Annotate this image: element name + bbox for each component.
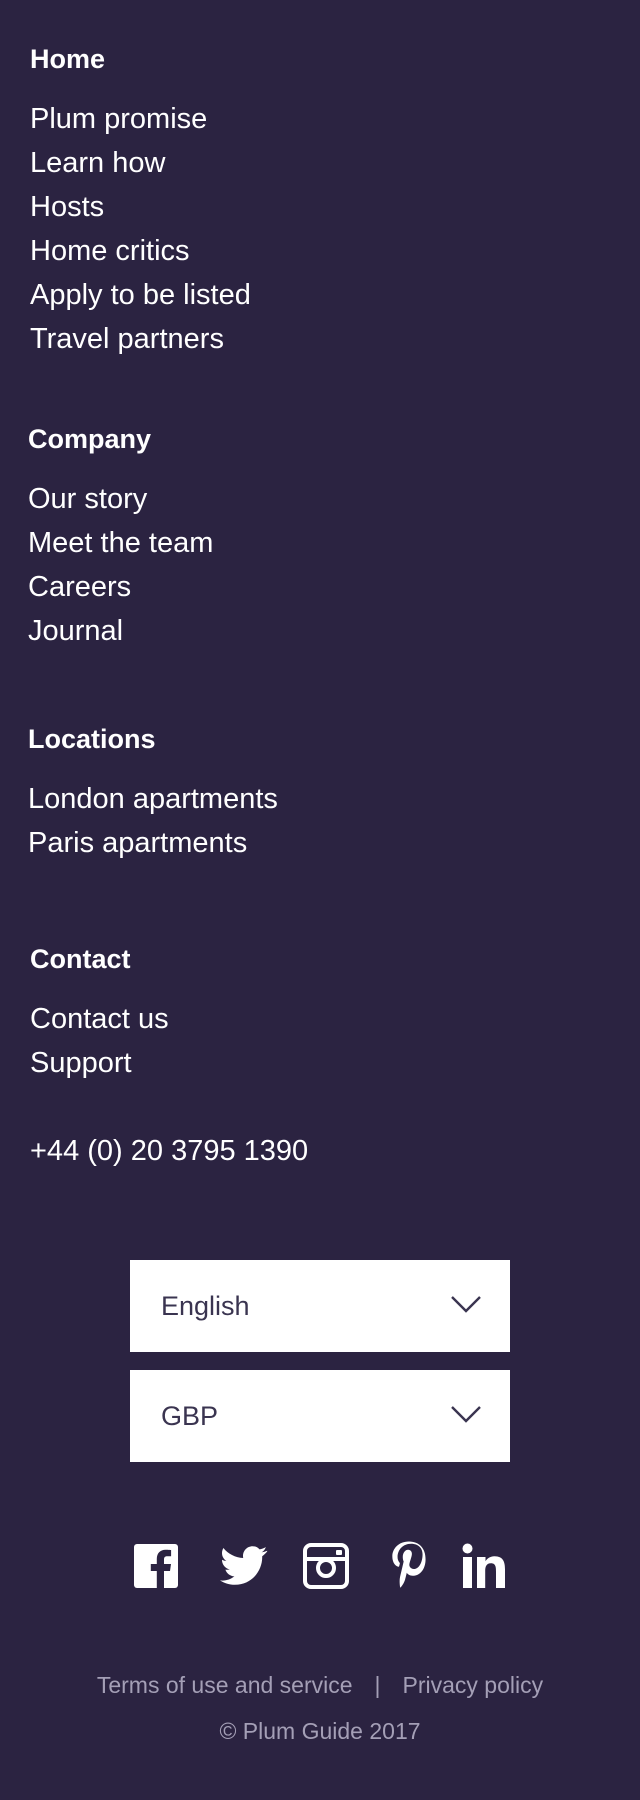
copyright-text: © Plum Guide 2017 [219,1718,421,1744]
footer-link-travel-partners[interactable]: Travel partners [30,317,251,361]
footer-link-careers[interactable]: Careers [28,565,213,609]
contact-phone-link[interactable]: +44 (0) 20 3795 1390 [30,1129,308,1173]
section-title-company: Company [28,424,152,454]
footer-link-plum-promise[interactable]: Plum promise [30,97,251,141]
footer-link-london-apartments[interactable]: London apartments [28,777,278,821]
linkedin-icon[interactable] [462,1540,508,1592]
footer-link-hosts[interactable]: Hosts [30,185,251,229]
currency-select-value: GBP [161,1401,219,1431]
legal-links: Terms of use and service | Privacy policy [0,1668,640,1702]
footer-link-paris-apartments[interactable]: Paris apartments [28,821,278,865]
social-links [0,1540,640,1596]
language-select[interactable]: English [130,1260,510,1352]
terms-link[interactable]: Terms of use and service [97,1672,353,1698]
footer-link-home-critics[interactable]: Home critics [30,229,251,273]
footer-link-learn-how[interactable]: Learn how [30,141,251,185]
section-title-home: Home [30,44,106,74]
footer-link-contact-us[interactable]: Contact us [30,997,169,1041]
twitter-icon[interactable] [220,1540,268,1592]
legal-separator: | [374,1672,381,1698]
currency-select[interactable]: GBP [130,1370,510,1462]
link-list-home: Plum promise Learn how Hosts Home critic… [30,97,251,361]
link-list-company: Our story Meet the team Careers Journal [28,477,213,653]
footer-link-support[interactable]: Support [30,1041,169,1085]
language-select-value: English [161,1291,250,1321]
privacy-link[interactable]: Privacy policy [403,1672,544,1698]
section-title-locations: Locations [28,724,156,754]
pinterest-icon[interactable] [389,1540,429,1592]
facebook-icon[interactable] [133,1540,179,1592]
chevron-down-icon [451,1296,481,1313]
section-title-contact: Contact [30,944,131,974]
footer-link-journal[interactable]: Journal [28,609,213,653]
chevron-down-icon [451,1406,481,1423]
footer-link-apply-to-be-listed[interactable]: Apply to be listed [30,273,251,317]
link-list-locations: London apartments Paris apartments [28,777,278,865]
instagram-icon[interactable] [303,1540,349,1592]
footer-link-meet-the-team[interactable]: Meet the team [28,521,213,565]
link-list-contact: Contact us Support [30,997,169,1085]
site-footer: Home Plum promise Learn how Hosts Home c… [0,0,640,1800]
footer-link-our-story[interactable]: Our story [28,477,213,521]
